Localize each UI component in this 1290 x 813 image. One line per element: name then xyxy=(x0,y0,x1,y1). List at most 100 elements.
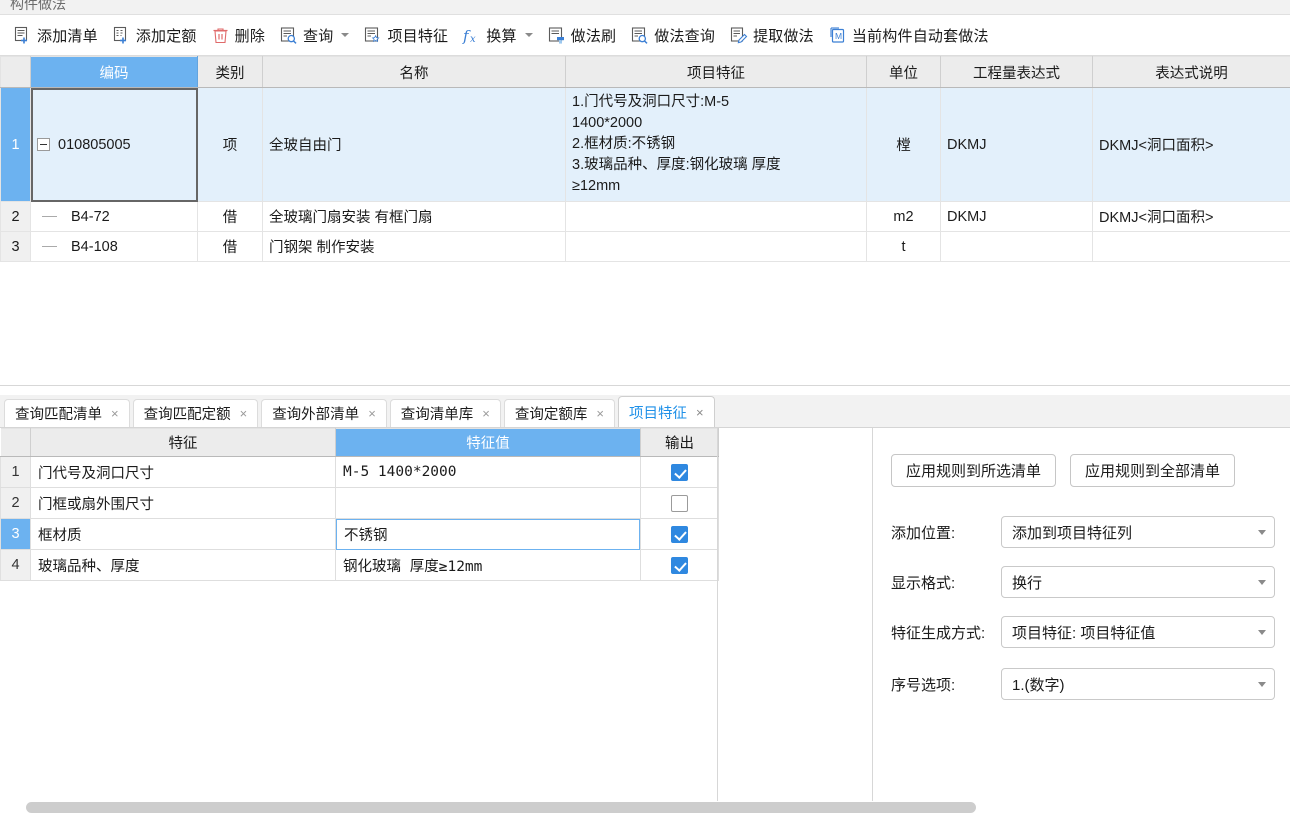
feature-name-cell[interactable]: 门框或扇外围尺寸 xyxy=(31,488,336,519)
feature-name-cell[interactable]: 门代号及洞口尺寸 xyxy=(31,457,336,488)
checkbox-unchecked-icon[interactable] xyxy=(671,495,688,512)
feature-column-header-output[interactable]: 输出 xyxy=(641,429,719,457)
feature-row[interactable]: 3框材质不锈钢 xyxy=(1,519,719,550)
close-icon[interactable]: × xyxy=(596,406,604,421)
tab-1[interactable]: 查询匹配定额× xyxy=(133,399,259,427)
feature-value-cell[interactable] xyxy=(336,488,641,519)
tab-2[interactable]: 查询外部清单× xyxy=(261,399,387,427)
feature-row[interactable]: 2门框或扇外围尺寸 xyxy=(1,488,719,519)
row-number[interactable]: 2 xyxy=(1,202,31,232)
grid-column-header-rownum[interactable] xyxy=(1,57,31,88)
feature-column-header-feature[interactable]: 特征 xyxy=(31,429,336,457)
grid-column-header-expr_desc[interactable]: 表达式说明 xyxy=(1093,57,1290,88)
grid-column-header-code[interactable]: 编码 xyxy=(31,57,198,88)
output-checkbox-cell[interactable] xyxy=(641,519,719,550)
close-icon[interactable]: × xyxy=(482,406,490,421)
feature-value-cell[interactable]: 钢化玻璃 厚度≥12mm xyxy=(336,550,641,581)
checkbox-checked-icon[interactable] xyxy=(671,557,688,574)
toolbar-button-query[interactable]: 查询 xyxy=(272,20,356,50)
close-icon[interactable]: × xyxy=(696,405,704,420)
cell-name[interactable]: 全玻自由门 xyxy=(263,88,566,202)
checkbox-checked-icon[interactable] xyxy=(671,464,688,481)
toolbar-button-auto-apply[interactable]: M 当前构件自动套做法 xyxy=(821,20,996,50)
tab-5[interactable]: 项目特征× xyxy=(618,396,715,427)
grid-column-header-unit[interactable]: 单位 xyxy=(867,57,941,88)
output-checkbox-cell[interactable] xyxy=(641,550,719,581)
tab-0[interactable]: 查询匹配清单× xyxy=(4,399,130,427)
horizontal-scrollbar-thumb[interactable] xyxy=(26,802,976,813)
feature-row-number[interactable]: 3 xyxy=(1,519,31,550)
close-icon[interactable]: × xyxy=(111,406,119,421)
cell-code[interactable]: B4-72 xyxy=(31,202,198,232)
cell-category[interactable]: 借 xyxy=(198,202,263,232)
setting-dropdown[interactable]: 1.(数字) xyxy=(1001,668,1275,700)
chevron-down-icon[interactable] xyxy=(1258,530,1266,535)
feature-row-number[interactable]: 4 xyxy=(1,550,31,581)
row-number[interactable]: 1 xyxy=(1,88,31,202)
checkbox-checked-icon[interactable] xyxy=(671,526,688,543)
grid-column-header-category[interactable]: 类别 xyxy=(198,57,263,88)
toolbar-button-add-list[interactable]: 添加清单 xyxy=(6,20,105,50)
cell-feature[interactable] xyxy=(566,232,867,262)
output-checkbox-cell[interactable] xyxy=(641,488,719,519)
cell-feature[interactable] xyxy=(566,202,867,232)
close-icon[interactable]: × xyxy=(240,406,248,421)
cell-unit[interactable]: t xyxy=(867,232,941,262)
feature-name-cell[interactable]: 玻璃品种、厚度 xyxy=(31,550,336,581)
cell-category[interactable]: 借 xyxy=(198,232,263,262)
table-row[interactable]: 2B4-72借全玻璃门扇安装 有框门扇 m2DKMJDKMJ<洞口面积> xyxy=(1,202,1290,232)
cell-unit[interactable]: m2 xyxy=(867,202,941,232)
chevron-down-icon[interactable] xyxy=(1258,682,1266,687)
cell-expression-description[interactable]: DKMJ<洞口面积> xyxy=(1093,202,1290,232)
grid-column-header-feature[interactable]: 项目特征 xyxy=(566,57,867,88)
cell-category[interactable]: 项 xyxy=(198,88,263,202)
apply-rule-button-1[interactable]: 应用规则到全部清单 xyxy=(1070,454,1235,487)
feature-value-cell[interactable]: 不锈钢 xyxy=(336,519,641,550)
chevron-down-icon[interactable] xyxy=(1258,580,1266,585)
feature-value-cell[interactable]: M-5 1400*2000 xyxy=(336,457,641,488)
feature-value-input[interactable]: 不锈钢 xyxy=(336,519,640,550)
table-row[interactable]: 1010805005项全玻自由门1.门代号及洞口尺寸:M-5 1400*2000… xyxy=(1,88,1290,202)
close-icon[interactable]: × xyxy=(368,406,376,421)
cell-unit[interactable]: 樘 xyxy=(867,88,941,202)
chevron-down-icon[interactable] xyxy=(341,33,349,37)
setting-dropdown[interactable]: 换行 xyxy=(1001,566,1275,598)
collapse-expander-icon[interactable] xyxy=(37,138,50,151)
output-checkbox-cell[interactable] xyxy=(641,457,719,488)
feature-column-header-rn[interactable] xyxy=(1,429,31,457)
toolbar-button-method-query[interactable]: 做法查询 xyxy=(623,20,722,50)
cell-expression-description[interactable] xyxy=(1093,232,1290,262)
cell-name[interactable]: 门钢架 制作安装 xyxy=(263,232,566,262)
cell-code[interactable]: B4-108 xyxy=(31,232,198,262)
setting-dropdown[interactable]: 添加到项目特征列 xyxy=(1001,516,1275,548)
chevron-down-icon[interactable] xyxy=(1258,630,1266,635)
cell-quantity-expression[interactable]: DKMJ xyxy=(941,202,1093,232)
tab-3[interactable]: 查询清单库× xyxy=(390,399,501,427)
toolbar-button-project-feature[interactable]: 项目特征 xyxy=(356,20,455,50)
grid-column-header-qty_expr[interactable]: 工程量表达式 xyxy=(941,57,1093,88)
cell-feature[interactable]: 1.门代号及洞口尺寸:M-5 1400*2000 2.框材质:不锈钢 3.玻璃品… xyxy=(566,88,867,202)
feature-row-number[interactable]: 1 xyxy=(1,457,31,488)
grid-column-header-name[interactable]: 名称 xyxy=(263,57,566,88)
toolbar-button-fx[interactable]: f x 换算 xyxy=(455,20,539,50)
toolbar-button-trash[interactable]: 删除 xyxy=(204,20,272,50)
setting-dropdown[interactable]: 项目特征: 项目特征值 xyxy=(1001,616,1275,648)
toolbar-button-extract-method[interactable]: 提取做法 xyxy=(722,20,821,50)
cell-quantity-expression[interactable]: DKMJ xyxy=(941,88,1093,202)
cell-name[interactable]: 全玻璃门扇安装 有框门扇 xyxy=(263,202,566,232)
tab-4[interactable]: 查询定额库× xyxy=(504,399,615,427)
cell-quantity-expression[interactable] xyxy=(941,232,1093,262)
feature-row[interactable]: 1门代号及洞口尺寸M-5 1400*2000 xyxy=(1,457,719,488)
feature-row-number[interactable]: 2 xyxy=(1,488,31,519)
row-number[interactable]: 3 xyxy=(1,232,31,262)
table-row[interactable]: 3B4-108借门钢架 制作安装 t xyxy=(1,232,1290,262)
cell-expression-description[interactable]: DKMJ<洞口面积> xyxy=(1093,88,1290,202)
feature-column-header-value[interactable]: 特征值 xyxy=(336,429,641,457)
toolbar-button-add-quota[interactable]: 添加定额 xyxy=(105,20,204,50)
cell-code[interactable]: 010805005 xyxy=(31,88,198,202)
feature-row[interactable]: 4玻璃品种、厚度钢化玻璃 厚度≥12mm xyxy=(1,550,719,581)
toolbar-button-method-brush[interactable]: 做法刷 xyxy=(540,20,624,50)
chevron-down-icon[interactable] xyxy=(525,33,533,37)
apply-rule-button-0[interactable]: 应用规则到所选清单 xyxy=(891,454,1056,487)
feature-name-cell[interactable]: 框材质 xyxy=(31,519,336,550)
